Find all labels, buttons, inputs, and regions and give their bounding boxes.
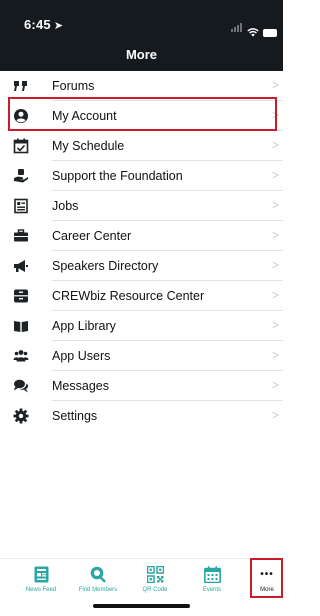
users-icon	[12, 347, 30, 365]
user-circle-icon	[12, 107, 30, 125]
menu-item-label: Speakers Directory	[52, 259, 159, 273]
battery-icon	[263, 29, 277, 37]
tab-label: QR Code	[142, 587, 168, 593]
menu-item-label: Messages	[52, 379, 109, 393]
menu-item-label: Settings	[52, 409, 98, 423]
menu-item-label: App Library	[52, 319, 116, 333]
gear-icon	[12, 407, 30, 425]
chevron-right-icon: >	[271, 258, 279, 272]
tab-qr-code[interactable]: QR Code	[127, 563, 183, 593]
menu-item-speakers-directory[interactable]: Speakers Directory >	[0, 251, 283, 281]
menu-item-label: Career Center	[52, 229, 132, 243]
menu-item-settings[interactable]: Settings >	[0, 401, 283, 431]
menu-item-label: Support the Foundation	[52, 169, 183, 183]
tab-news-feed[interactable]: News Feed	[13, 563, 69, 593]
menu-item-jobs[interactable]: Jobs >	[0, 191, 283, 221]
megaphone-icon	[12, 257, 30, 275]
tab-label: News Feed	[25, 587, 57, 593]
chevron-right-icon: >	[271, 288, 279, 302]
menu-item-label: CREWbiz Resource Center	[52, 289, 205, 303]
book-open-icon	[12, 317, 30, 335]
wifi-icon	[247, 28, 259, 37]
more-tab-highlight-box	[250, 558, 283, 598]
home-indicator	[93, 604, 190, 608]
chevron-right-icon: >	[271, 318, 279, 332]
chevron-right-icon: >	[271, 108, 279, 122]
document-list-icon	[12, 197, 30, 215]
menu-item-label: Forums	[52, 79, 95, 93]
tab-events[interactable]: Events	[184, 563, 240, 593]
menu-item-label: My Schedule	[52, 139, 125, 153]
menu-item-app-users[interactable]: App Users >	[0, 341, 283, 371]
app-header: 6:45 ➤ More	[0, 0, 283, 71]
calendar-icon	[184, 563, 240, 585]
chat-bubbles-icon	[12, 377, 30, 395]
menu-item-forums[interactable]: Forums >	[0, 71, 283, 101]
chevron-right-icon: >	[271, 378, 279, 392]
qr-code-icon	[127, 563, 183, 585]
menu-item-career-center[interactable]: Career Center >	[0, 221, 283, 251]
archive-box-icon	[12, 287, 30, 305]
chevron-right-icon: >	[271, 408, 279, 422]
status-icons	[231, 19, 277, 37]
chevron-right-icon: >	[271, 198, 279, 212]
calendar-check-icon	[12, 137, 30, 155]
chevron-right-icon: >	[271, 168, 279, 182]
menu-item-label: Jobs	[52, 199, 79, 213]
menu-item-label: App Users	[52, 349, 111, 363]
chevron-right-icon: >	[271, 138, 279, 152]
tab-label: Events	[202, 587, 222, 593]
quote-icon	[12, 77, 30, 95]
location-arrow-icon: ➤	[53, 20, 64, 32]
news-feed-icon	[13, 563, 69, 585]
donate-hand-icon	[12, 167, 30, 185]
page-title: More	[125, 47, 158, 62]
menu-item-messages[interactable]: Messages >	[0, 371, 283, 401]
menu-item-my-account[interactable]: My Account >	[0, 101, 283, 131]
briefcase-icon	[12, 227, 30, 245]
chevron-right-icon: >	[271, 78, 279, 92]
status-time: 6:45 ➤	[24, 17, 64, 32]
more-menu-list: Forums > My Account > My Schedule > Supp…	[0, 71, 283, 431]
chevron-right-icon: >	[271, 348, 279, 362]
menu-item-my-schedule[interactable]: My Schedule >	[0, 131, 283, 161]
menu-item-app-library[interactable]: App Library >	[0, 311, 283, 341]
menu-item-crewbiz-resource-center[interactable]: CREWbiz Resource Center >	[0, 281, 283, 311]
chevron-right-icon: >	[271, 228, 279, 242]
menu-item-support-the-foundation[interactable]: Support the Foundation >	[0, 161, 283, 191]
menu-item-label: My Account	[52, 109, 117, 123]
tab-find-members[interactable]: Find Members	[70, 563, 126, 593]
tab-label: Find Members	[78, 587, 118, 593]
search-icon	[70, 563, 126, 585]
cellular-signal-icon	[231, 19, 243, 37]
